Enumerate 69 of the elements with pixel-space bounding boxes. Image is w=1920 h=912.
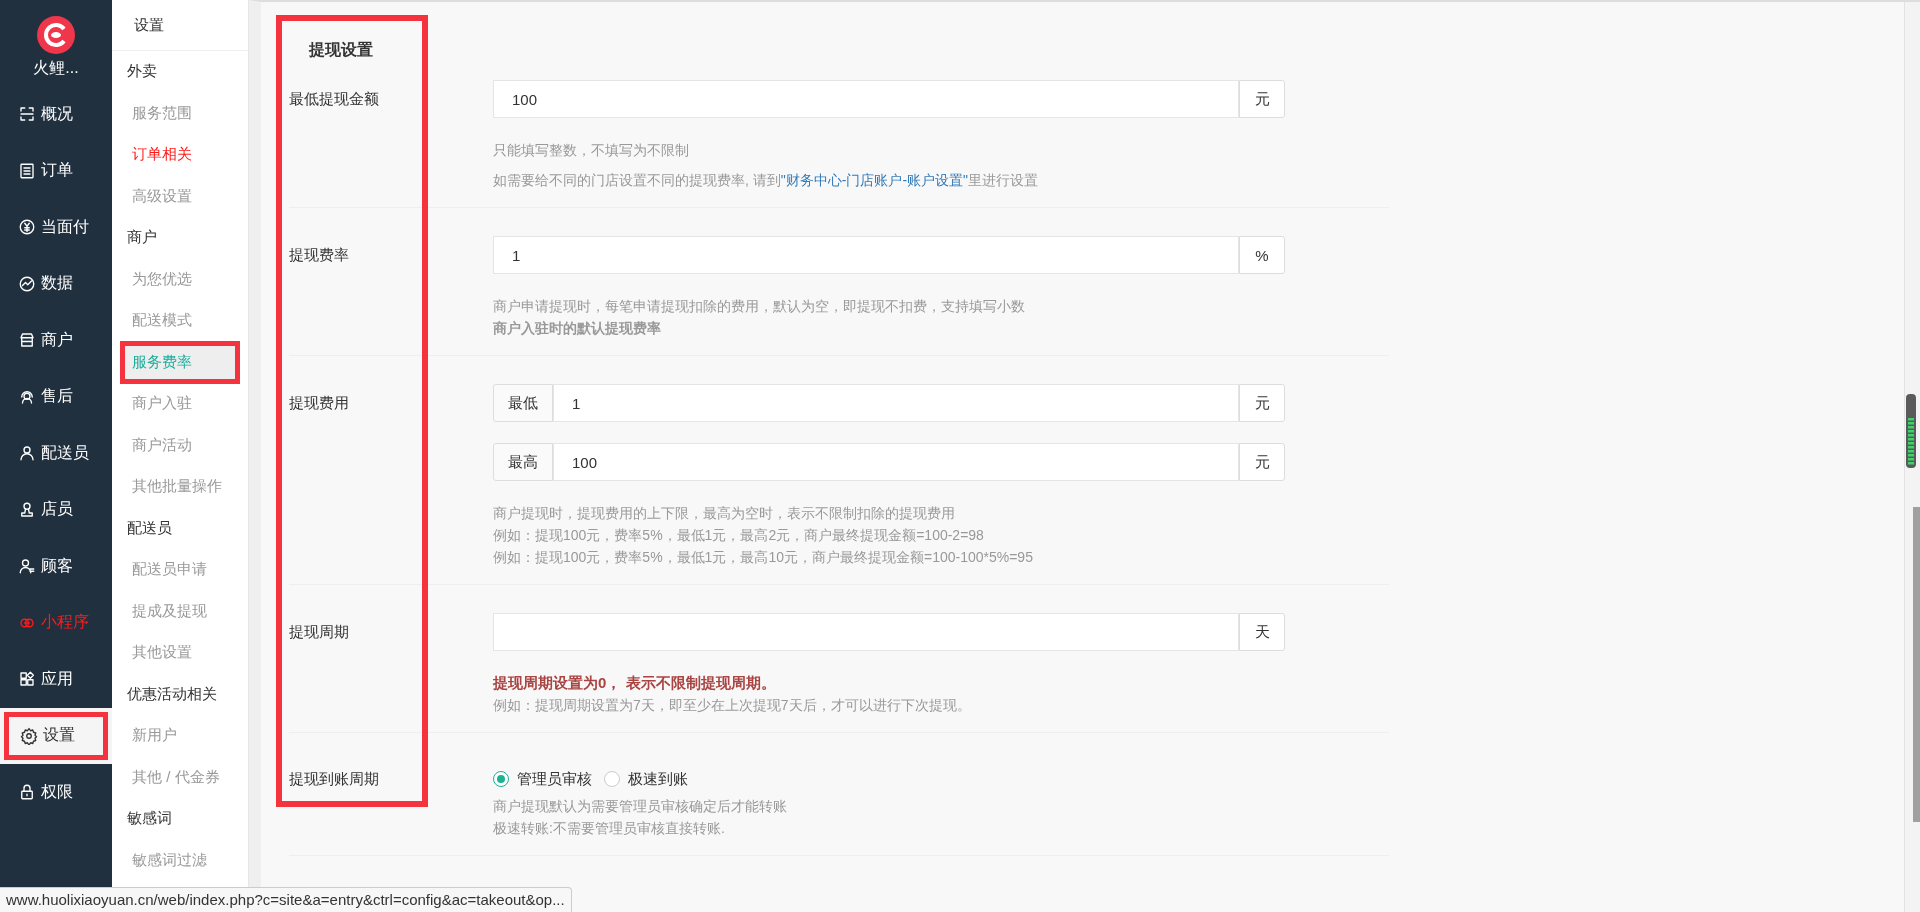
nav-item[interactable]: 权限 (0, 764, 112, 821)
radio-label[interactable]: 极速到账 (628, 769, 688, 789)
settings-link[interactable]: "财务中心-门店账户-账户设置" (780, 172, 969, 188)
unit-addon: % (1239, 236, 1285, 274)
person-icon (18, 444, 36, 463)
prefix-addon: 最高 (493, 443, 553, 481)
warning-text: 提现周期设置为0， 表示不限制提现周期。 (493, 673, 777, 693)
store-icon (18, 331, 36, 350)
hint-text: 商户提现时，提现费用的上下限，最高为空时，表示不限制扣除的提现费用 (493, 504, 956, 523)
submenu-item[interactable]: 订单相关 (112, 134, 248, 176)
hint-text: 如需要给不同的门店设置不同的提现费率, 请到"财务中心-门店账户-账户设置"里进行设置 (493, 171, 1040, 190)
brand-name: 火鲤... (33, 58, 79, 78)
hint-text: 例如：提现周期设置为7天，即至少在上次提现7天后，才可以进行下次提现。 (493, 696, 972, 715)
logo-icon (37, 16, 75, 54)
settings-icon (20, 726, 38, 745)
frame-icon (18, 105, 36, 124)
nav-item[interactable]: 店员 (0, 481, 112, 538)
nav-item[interactable]: 概况 (0, 86, 112, 143)
apps-icon (18, 670, 36, 689)
hint-text: 商户申请提现时，每笔申请提现扣除的费用，默认为空，即提现不扣费，支持填写小数 (493, 297, 1026, 316)
unit-addon: 元 (1239, 443, 1285, 481)
unit-addon: 元 (1239, 384, 1285, 422)
user-icon (18, 557, 36, 576)
prefix-addon: 最低 (493, 384, 553, 422)
field-label: 提现费率 (289, 245, 350, 265)
nav-item[interactable]: 应用 (0, 651, 112, 708)
field-label: 提现周期 (289, 622, 350, 642)
radio-button[interactable] (604, 771, 620, 787)
yen-icon (18, 218, 36, 237)
status-url: www.huolixiaoyuan.cn/web/index.php?c=site&a=entry&ctrl=config&ac=takeout&op... (0, 887, 572, 912)
person-icon (18, 500, 36, 519)
menu-group-label: 外卖 (126, 61, 158, 82)
panel-title: 设置 (112, 0, 248, 51)
field-label: 提现费用 (289, 393, 350, 413)
menu-group-label: 配送员 (126, 517, 173, 538)
lock-icon (18, 783, 36, 802)
nav-item[interactable]: 设置 (0, 707, 112, 764)
hint-text: 商户入驻时的默认提现费率 (493, 319, 662, 338)
gauge-icon (1906, 394, 1916, 468)
chart-icon (18, 274, 36, 293)
hint-text: 只能填写整数，不填写为不限制 (493, 141, 690, 160)
menu-group-label: 商户 (126, 227, 158, 248)
nav-item[interactable]: 顾客 (0, 538, 112, 595)
field-label: 提现到账周期 (289, 769, 380, 789)
hint-text: 例如：提现100元，费率5%，最低1元，最高10元，商户最终提现金额=100-100*5%=95 (493, 548, 1034, 567)
unit-addon: 元 (1239, 80, 1285, 118)
input-field[interactable]: 1 (553, 384, 1239, 422)
section-title: 提现设置 (307, 40, 374, 60)
hint-text: 极速转账:不需要管理员审核直接转账. (493, 819, 726, 838)
list-icon (18, 161, 36, 180)
input-field[interactable] (493, 613, 1239, 651)
nav-item[interactable]: 售后 (0, 368, 112, 425)
scrollbar[interactable] (1904, 2, 1920, 912)
nav-item[interactable]: 当面付 (0, 199, 112, 256)
nav-item[interactable]: 配送员 (0, 425, 112, 482)
nav-item[interactable]: 订单 (0, 142, 112, 199)
menu-group-label: 敏感词 (126, 808, 173, 829)
radio-button[interactable] (493, 771, 509, 787)
radio-label[interactable]: 管理员审核 (517, 769, 592, 789)
input-field[interactable]: 1 (493, 236, 1239, 274)
field-label: 最低提现金额 (289, 89, 380, 109)
unit-addon: 天 (1239, 613, 1285, 651)
input-field[interactable]: 100 (553, 443, 1239, 481)
nav-item[interactable]: 数据 (0, 255, 112, 312)
nav-item[interactable]: 商户 (0, 312, 112, 369)
hint-text: 例如：提现100元，费率5%，最低1元，最高2元，商户最终提现金额=100-2=98 (493, 526, 985, 545)
input-field[interactable]: 100 (493, 80, 1239, 118)
hint-text: 商户提现默认为需要管理员审核确定后才能转账 (493, 797, 788, 816)
menu-group-label: 优惠活动相关 (126, 683, 218, 704)
